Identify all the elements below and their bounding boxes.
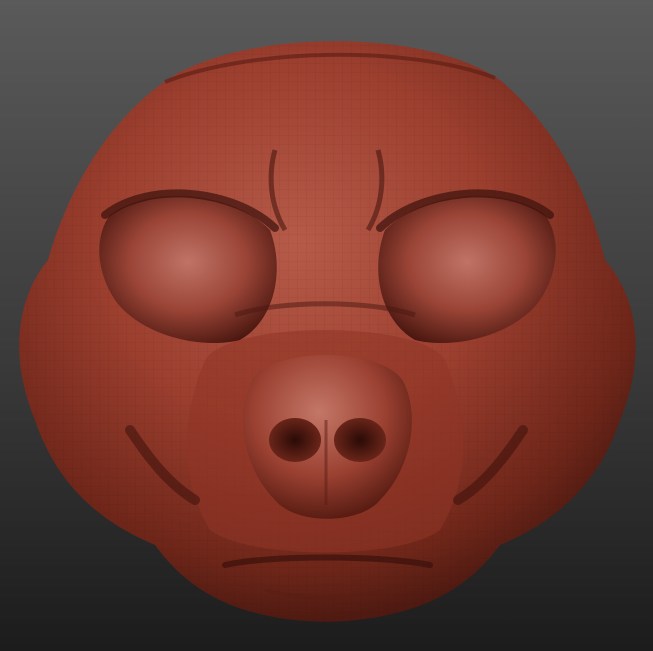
right-nostril	[334, 418, 386, 462]
sculpt-viewport[interactable]	[0, 0, 653, 651]
left-nostril	[269, 418, 321, 462]
sculpted-head-model	[19, 41, 636, 622]
